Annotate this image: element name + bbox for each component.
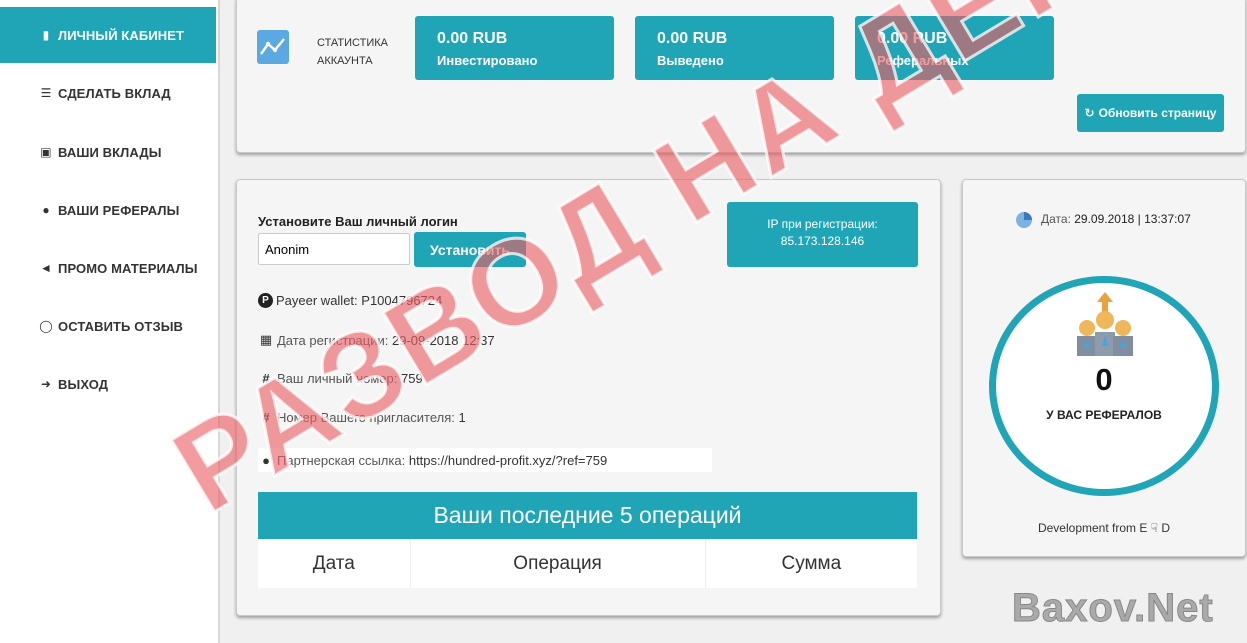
stats-title-line2: АККАУНТА (317, 55, 373, 67)
column-operation: Операция (411, 539, 706, 588)
wallet-label: Payeer wallet: (276, 293, 358, 308)
refresh-icon: ↻ (1084, 106, 1095, 120)
sidebar-item-feedback[interactable]: ◯ ОСТАВИТЬ ОТЗЫВ (0, 298, 218, 354)
referral-earnings-label: Реферальных (877, 53, 969, 68)
refresh-button[interactable]: ↻ Обновить страницу (1077, 94, 1224, 132)
inviter-row: # Номер Вашего пригласителя: 1 (258, 410, 466, 425)
sidebar-item-label: ЛИЧНЫЙ КАБИНЕТ (58, 27, 185, 43)
date-value: 29.09.2018 | 13:37:07 (1074, 212, 1191, 226)
inviter-label: Номер Вашего пригласителя: (277, 410, 455, 425)
sidebar-item-make-deposit[interactable]: ☰ СДЕЛАТЬ ВКЛАД (0, 65, 218, 121)
sidebar-item-promo[interactable]: ◄ ПРОМО МАТЕРИАЛЫ (0, 240, 218, 296)
comment-icon: ◯ (39, 319, 53, 333)
withdrawn-label: Выведено (657, 53, 724, 68)
stats-icon (257, 30, 289, 64)
number-value: 759 (401, 371, 423, 386)
dev-credit-end: D (1161, 521, 1171, 535)
watermark: Baxov.Net (1012, 586, 1214, 631)
sidebar-item-deposits[interactable]: ▣ ВАШИ ВКЛАДЫ (0, 124, 218, 180)
briefcase-icon: ▣ (40, 145, 52, 159)
sidebar-item-label: ПРОМО МАТЕРИАЛЫ (58, 260, 198, 276)
ref-link-value[interactable]: https://hundred-profit.xyz/?ref=759 (409, 453, 607, 468)
referrals-label: У ВАС РЕФЕРАЛОВ (1046, 408, 1162, 422)
column-date: Дата (258, 539, 411, 588)
sidebar-item-label: СДЕЛАТЬ ВКЛАД (58, 85, 171, 101)
stats-title: СТАТИСТИКА АККАУНТА (317, 34, 388, 70)
invested-card: 0.00 RUB Инвестировано (415, 16, 614, 80)
sidebar-item-cabinet[interactable]: ▮ ЛИЧНЫЙ КАБИНЕТ (0, 7, 216, 63)
date-label: Дата: (1041, 212, 1071, 226)
sidebar-item-label: ВАШИ ВКЛАДЫ (58, 144, 162, 160)
wallet-value: P1004796724 (361, 293, 443, 308)
users-icon: ● (42, 203, 50, 217)
calendar-icon: ▦ (259, 332, 273, 347)
dev-credit-text: Development from E (1037, 521, 1148, 535)
hash-icon: # (262, 410, 270, 425)
sidebar-item-referrals[interactable]: ● ВАШИ РЕФЕРАЛЫ (0, 182, 218, 238)
login-input[interactable] (258, 233, 410, 265)
invested-label: Инвестировано (437, 53, 538, 68)
number-label: Ваш личный номер: (277, 371, 398, 386)
ip-label: IP при регистрации: (767, 217, 878, 231)
wallet-row: P Payeer wallet: P1004796724 (258, 293, 442, 308)
ref-link-label: Партнерская ссылка: (277, 452, 406, 468)
ip-value: 85.173.128.146 (780, 234, 865, 248)
database-icon: ☰ (40, 86, 52, 100)
sidebar-item-logout[interactable]: ➜ ВЫХОД (0, 356, 218, 412)
sidebar-item-label: ВЫХОД (58, 376, 109, 392)
sidebar: ▮ ЛИЧНЫЙ КАБИНЕТ ☰ СДЕЛАТЬ ВКЛАД ▣ ВАШИ … (0, 0, 220, 643)
referral-earnings-amount: 0.00 RUB (877, 30, 948, 47)
users-icon: ● (262, 452, 270, 468)
ip-box: IP при регистрации: 85.173.128.146 (727, 202, 918, 267)
withdrawn-amount: 0.00 RUB (657, 30, 728, 47)
hash-icon: # (262, 371, 270, 386)
referrals-count: 0 (1095, 362, 1113, 397)
ref-link-row: ● Партнерская ссылка: https://hundred-pr… (258, 448, 712, 472)
network-icon (1071, 290, 1139, 360)
payeer-icon: P (258, 293, 273, 308)
column-amount: Сумма (781, 552, 842, 574)
refresh-label: Обновить страницу (1098, 106, 1217, 120)
sidebar-item-label: ВАШИ РЕФЕРАЛЫ (58, 202, 180, 218)
clock-icon (1015, 208, 1033, 230)
date-row: Дата: 29.09.2018 | 13:37:07 (1041, 212, 1191, 226)
withdrawn-card: 0.00 RUB Выведено (635, 16, 834, 80)
sidebar-item-label: ОСТАВИТЬ ОТЗЫВ (58, 318, 184, 334)
stats-title-line1: СТАТИСТИКА (317, 37, 388, 49)
user-icon: ▮ (42, 28, 50, 42)
sign-out-icon: ➜ (40, 377, 52, 391)
invested-amount: 0.00 RUB (437, 30, 508, 47)
set-login-button[interactable]: Установить (414, 232, 526, 267)
regdate-label: Дата регистрации: (277, 332, 389, 348)
regdate-row: ▦ Дата регистрации: 29-09-2018 12:37 (258, 332, 495, 348)
regdate-value: 29-09-2018 12:37 (391, 332, 495, 348)
operations-title: Ваши последние 5 операций (258, 492, 917, 539)
hand-icon: ☟ (1150, 521, 1159, 535)
inviter-value: 1 (458, 410, 466, 425)
megaphone-icon: ◄ (40, 261, 52, 275)
referral-earnings-card: 0.00 RUB Реферальных (855, 16, 1054, 80)
operations-table-header: Дата Операция Сумма (258, 539, 917, 588)
login-title: Установите Ваш личный логин (258, 214, 458, 229)
dev-credit: Development from E ☟ D (962, 521, 1246, 535)
number-row: # Ваш личный номер: 759 (258, 371, 423, 386)
